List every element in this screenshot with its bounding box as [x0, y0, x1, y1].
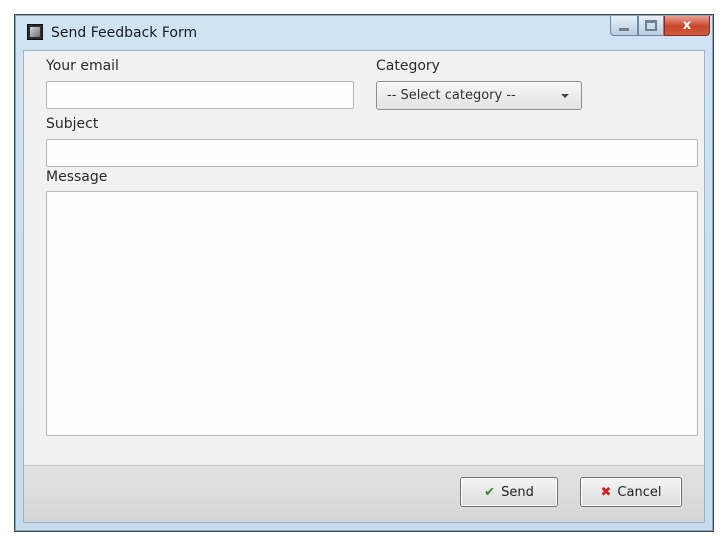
cancel-button-label: Cancel — [617, 484, 662, 500]
category-selected-value: -- Select category -- — [387, 88, 516, 103]
minimize-icon — [619, 27, 629, 31]
minimize-button[interactable] — [610, 16, 638, 36]
message-label: Message — [46, 169, 108, 185]
title-bar[interactable]: Send Feedback Form x — [16, 16, 712, 50]
send-button[interactable]: ✔ Send — [460, 477, 558, 507]
cancel-x-icon: ✖ — [600, 484, 612, 500]
check-icon: ✔ — [484, 484, 496, 500]
message-field[interactable] — [46, 191, 698, 436]
feedback-window: Send Feedback Form x Your email Category… — [15, 15, 713, 531]
maximize-button[interactable] — [638, 16, 664, 36]
chevron-down-icon — [561, 94, 569, 98]
form-area: Your email Category -- Select category -… — [23, 50, 705, 523]
button-bar: ✔ Send ✖ Cancel — [24, 465, 704, 522]
window-controls: x — [610, 16, 710, 36]
close-icon: x — [682, 18, 692, 33]
send-button-label: Send — [501, 484, 534, 500]
maximize-icon — [645, 20, 657, 31]
window-title: Send Feedback Form — [51, 25, 198, 41]
category-label: Category — [376, 58, 440, 74]
app-icon — [27, 24, 43, 40]
email-label: Your email — [46, 58, 119, 74]
cancel-button[interactable]: ✖ Cancel — [580, 477, 682, 507]
category-dropdown[interactable]: -- Select category -- — [376, 81, 582, 110]
close-button[interactable]: x — [664, 16, 710, 36]
subject-field[interactable] — [46, 139, 698, 167]
email-field[interactable] — [46, 81, 354, 109]
subject-label: Subject — [46, 116, 99, 132]
